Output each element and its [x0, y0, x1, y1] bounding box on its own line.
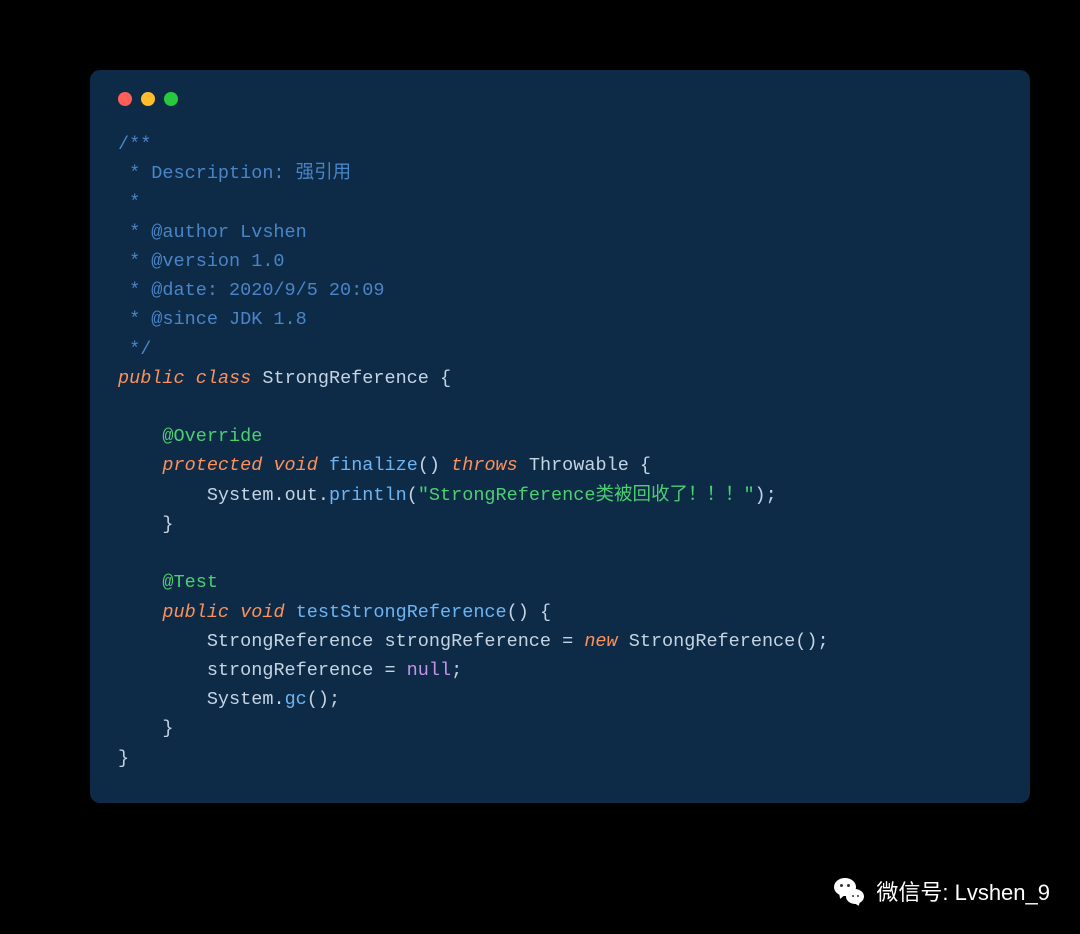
comment-line: * @date: 2020/9/5 20:09	[118, 280, 384, 301]
keyword-void: void	[240, 602, 284, 623]
rparen: )	[755, 485, 766, 506]
brace: {	[429, 368, 451, 389]
var-name: strongReference	[207, 660, 374, 681]
identifier-system: System	[207, 689, 274, 710]
dot: .	[318, 485, 329, 506]
method-test: testStrongReference	[296, 602, 507, 623]
dot: .	[273, 689, 284, 710]
brace: {	[529, 602, 551, 623]
parens: ()	[507, 602, 529, 623]
identifier-out: out	[285, 485, 318, 506]
keyword-void: void	[273, 455, 317, 476]
annotation-override: @Override	[162, 426, 262, 447]
comment-line: * @since JDK 1.8	[118, 309, 307, 330]
identifier-system: System	[207, 485, 274, 506]
semicolon: ;	[329, 689, 340, 710]
watermark-text: 微信号: Lvshen_9	[876, 875, 1050, 907]
comment-line: *	[118, 192, 140, 213]
close-icon[interactable]	[118, 92, 132, 106]
keyword-protected: protected	[162, 455, 262, 476]
comment-line: /**	[118, 134, 151, 155]
code-block: /** * Description: 强引用 * * @author Lvshe…	[118, 130, 1002, 773]
equals: =	[551, 631, 584, 652]
method-finalize: finalize	[329, 455, 418, 476]
traffic-lights	[118, 92, 1002, 106]
parens: ()	[418, 455, 440, 476]
string-literal: "StrongReference类被回收了！！！"	[418, 485, 755, 506]
watermark: 微信号: Lvshen_9	[832, 874, 1050, 908]
lparen: (	[407, 485, 418, 506]
var-name: strongReference	[384, 631, 551, 652]
comment-line: * @author Lvshen	[118, 222, 307, 243]
code-window: /** * Description: 强引用 * * @author Lvshe…	[90, 70, 1030, 803]
brace-close: }	[162, 718, 173, 739]
maximize-icon[interactable]	[164, 92, 178, 106]
brace: {	[629, 455, 651, 476]
parens: ()	[795, 631, 817, 652]
dot: .	[273, 485, 284, 506]
wechat-icon	[832, 874, 866, 908]
semicolon: ;	[817, 631, 828, 652]
class-name: StrongReference	[262, 368, 429, 389]
keyword-public: public	[162, 602, 229, 623]
parens: ()	[307, 689, 329, 710]
comment-line: * @version 1.0	[118, 251, 285, 272]
brace-close: }	[118, 748, 129, 769]
minimize-icon[interactable]	[141, 92, 155, 106]
keyword-new: new	[584, 631, 617, 652]
equals: =	[373, 660, 406, 681]
keyword-throws: throws	[451, 455, 518, 476]
literal-null: null	[407, 660, 451, 681]
class-throwable: Throwable	[529, 455, 629, 476]
semicolon: ;	[766, 485, 777, 506]
brace-close: }	[162, 514, 173, 535]
annotation-test: @Test	[162, 572, 218, 593]
var-type: StrongReference	[207, 631, 374, 652]
comment-line: */	[118, 339, 151, 360]
method-gc: gc	[285, 689, 307, 710]
semicolon: ;	[451, 660, 462, 681]
keyword-public: public	[118, 368, 185, 389]
comment-line: * Description: 强引用	[118, 163, 351, 184]
keyword-class: class	[196, 368, 252, 389]
constructor: StrongReference	[629, 631, 796, 652]
method-println: println	[329, 485, 407, 506]
